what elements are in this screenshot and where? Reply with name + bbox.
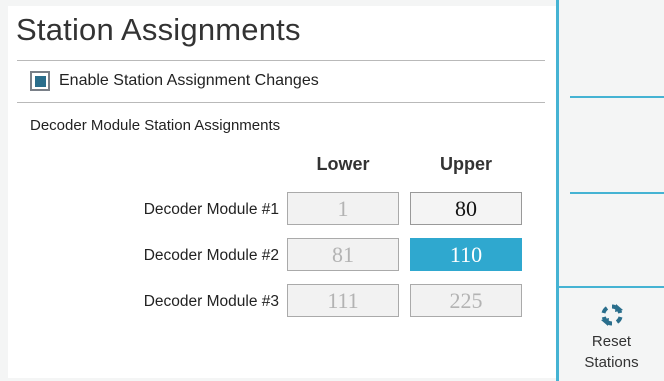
- decoder-module-1-label: Decoder Module #1: [143, 201, 279, 218]
- sidebar-button-3[interactable]: [570, 194, 664, 286]
- reset-stations-label: Reset Stations: [584, 331, 638, 373]
- enable-changes-checkbox[interactable]: [30, 71, 50, 91]
- sidebar-button-2[interactable]: [570, 98, 664, 192]
- decoder-module-2-label: Decoder Module #2: [143, 247, 279, 264]
- decoder-module-3-upper-field[interactable]: 225: [410, 284, 522, 317]
- section-title: Decoder Module Station Assignments: [30, 117, 281, 134]
- decoder-module-3-lower-field[interactable]: 111: [287, 284, 399, 317]
- enable-changes-label: Enable Station Assignment Changes: [59, 72, 319, 89]
- lower-column-header: Lower: [316, 154, 370, 174]
- enable-changes-checkbox-row[interactable]: Enable Station Assignment Changes: [30, 68, 319, 94]
- checkbox-checked-mark: [34, 75, 46, 87]
- enable-divider: [17, 102, 545, 103]
- title-divider: [17, 60, 545, 61]
- decoder-module-1-upper-field[interactable]: 80: [410, 192, 522, 225]
- page-title: Station Assignments: [16, 12, 301, 47]
- refresh-icon: [600, 304, 623, 326]
- decoder-module-2-lower-field[interactable]: 81: [287, 238, 399, 271]
- sidebar-button-1[interactable]: [570, 0, 664, 96]
- decoder-module-1-lower-field[interactable]: 1: [287, 192, 399, 225]
- decoder-module-3-label: Decoder Module #3: [143, 293, 279, 310]
- upper-column-header: Upper: [439, 154, 492, 174]
- decoder-module-2-upper-field[interactable]: 110: [410, 238, 522, 271]
- reset-label-line1: Reset: [591, 333, 632, 350]
- reset-stations-button[interactable]: Reset Stations: [559, 288, 664, 381]
- reset-label-line2: Stations: [584, 354, 639, 371]
